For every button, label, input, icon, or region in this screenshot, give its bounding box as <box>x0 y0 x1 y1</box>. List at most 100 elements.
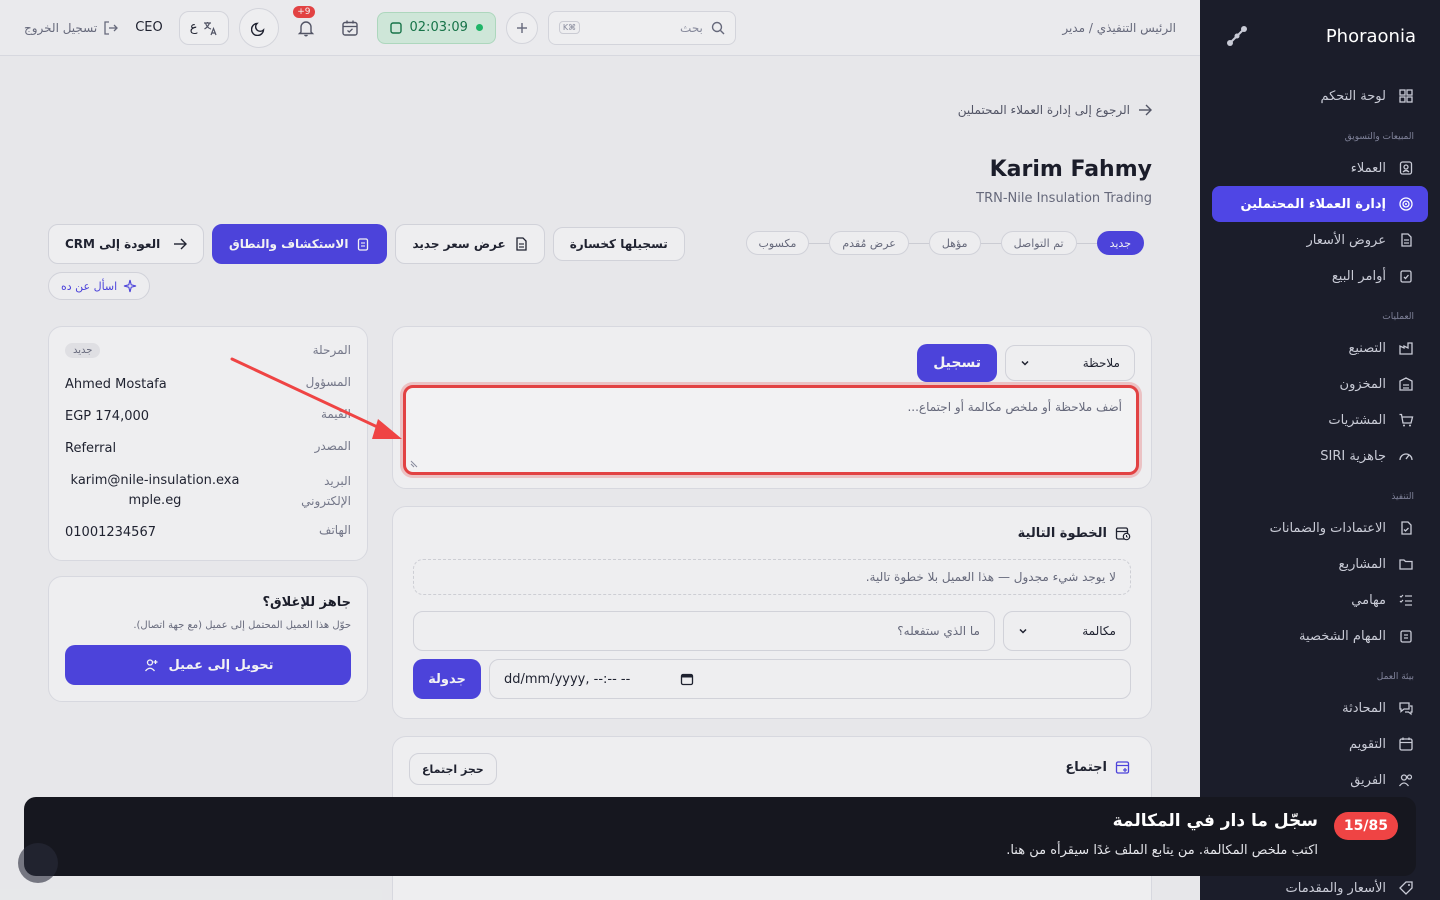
calendar-clock-icon <box>1115 527 1131 541</box>
sidebar-item-purchases[interactable]: المشتريات <box>1212 402 1428 438</box>
bell-icon <box>297 20 314 36</box>
sidebar-item-label: المحادثة <box>1342 700 1386 716</box>
sidebar-item-siri[interactable]: جاهزية SIRI <box>1212 438 1428 474</box>
record-note-button[interactable]: تسجيل <box>917 344 997 382</box>
ask-label: اسأل عن ده <box>61 279 118 293</box>
help-fab-button[interactable] <box>18 843 58 883</box>
mark-lost-button[interactable]: تسجيلها كخسارة <box>552 227 685 261</box>
sidebar-item-projects[interactable]: المشاريع <box>1212 546 1428 582</box>
cart-icon <box>1399 413 1414 427</box>
sidebar-item-leads[interactable]: إدارة العملاء المحتملين <box>1212 186 1428 222</box>
calendar-icon[interactable] <box>680 672 694 686</box>
sidebar-item-team[interactable]: الفريق <box>1212 762 1428 798</box>
back-to-crm-label: العودة إلى CRM <box>65 237 161 251</box>
tour-step-counter: 15/85 <box>1333 812 1398 840</box>
brand[interactable]: Phoraonia <box>1200 0 1440 72</box>
resize-handle-icon[interactable] <box>410 460 418 468</box>
book-meeting-button[interactable]: حجز اجتماع <box>409 753 497 785</box>
theme-toggle[interactable] <box>238 7 279 48</box>
note-type-select[interactable]: ملاحظة <box>1005 345 1135 381</box>
next-step-what-input[interactable]: ما الذي ستفعله؟ <box>413 611 995 651</box>
sidebar-item-sales-orders[interactable]: أوامر البيع <box>1212 258 1428 294</box>
sidebar-item-label: العملاء <box>1350 160 1386 176</box>
folder-icon <box>1399 559 1413 570</box>
sidebar-item-dashboard[interactable]: لوحة التحكم <box>1212 78 1428 114</box>
tour-pointer-arrow <box>230 357 402 439</box>
calendar-button[interactable] <box>333 11 367 45</box>
main-content: الرجوع إلى إدارة العملاء المحتملين Karim… <box>0 57 1200 900</box>
schedule-row: dd/mm/yyyy, --:-- -- جدولة <box>413 659 1131 699</box>
note-placeholder: أضف ملاحظة أو ملخص مكالمة أو اجتماع... <box>907 400 1122 414</box>
nav-section-work: بيئة العمل <box>1376 672 1414 682</box>
list-check-icon <box>1399 594 1412 606</box>
info-row-email: البريد الإلكتروني karim@nile-insulation.… <box>65 471 351 523</box>
sidebar-item-tasks[interactable]: مهامي <box>1212 582 1428 618</box>
convert-to-customer-button[interactable]: تحويل إلى عميل <box>65 645 351 685</box>
search-icon <box>711 21 725 34</box>
sidebar-item-chat[interactable]: المحادثة <box>1212 690 1428 726</box>
user-role[interactable]: CEO <box>129 20 169 35</box>
back-to-leads-link[interactable]: الرجوع إلى إدارة العملاء المحتملين <box>958 103 1152 117</box>
file-check-icon <box>1401 521 1412 535</box>
logout-button[interactable]: تسجيل الخروج <box>24 20 119 36</box>
stage-connector <box>908 242 929 244</box>
datetime-value: dd/mm/yyyy, --:-- -- <box>504 671 631 687</box>
sidebar-item-calendar[interactable]: التقويم <box>1212 726 1428 762</box>
clipboard-icon <box>1400 630 1412 643</box>
calendar-icon <box>1399 737 1413 751</box>
sidebar-item-personal-tasks[interactable]: المهام الشخصية <box>1212 618 1428 654</box>
stage-contacted[interactable]: تم التواصل <box>1000 231 1077 255</box>
contacts-icon <box>1399 161 1413 175</box>
stage-new[interactable]: جديد <box>1096 231 1144 255</box>
sidebar-item-manufacturing[interactable]: التصنيع <box>1212 330 1428 366</box>
sidebar-item-inventory[interactable]: المخزون <box>1212 366 1428 402</box>
plus-icon <box>516 22 527 33</box>
tag-icon <box>1399 881 1413 895</box>
new-quote-button[interactable]: عرض سعر جديد <box>395 224 545 264</box>
sidebar-item-label: الأسعار والمقدمات <box>1285 880 1387 896</box>
stop-square-icon <box>389 21 402 34</box>
tour-tooltip: 15/85 سجّل ما دار في المكالمة اكتب ملخص … <box>24 797 1416 876</box>
translate-icon <box>203 21 217 35</box>
warehouse-icon <box>1399 377 1413 391</box>
add-button[interactable] <box>505 11 538 44</box>
work-timer[interactable]: 02:03:09 <box>376 11 496 44</box>
phone-value[interactable]: 01001234567 <box>65 523 156 543</box>
document-icon <box>1401 233 1412 247</box>
back-to-crm-button[interactable]: العودة إلى CRM <box>48 224 204 264</box>
sidebar-item-customers[interactable]: العملاء <box>1212 150 1428 186</box>
sparkles-icon <box>124 279 137 293</box>
sidebar-item-label: المشتريات <box>1328 412 1386 428</box>
factory-icon <box>1399 342 1413 355</box>
arrow-right-icon <box>1139 104 1152 116</box>
next-step-card: الخطوة التالية لا يوجد شيء مجدول — هذا ا… <box>392 506 1152 719</box>
sidebar-item-approvals[interactable]: الاعتمادات والضمانات <box>1212 510 1428 546</box>
sidebar-item-quotes[interactable]: عروض الأسعار <box>1212 222 1428 258</box>
stage-qualified[interactable]: مؤهل <box>928 231 981 255</box>
ready-to-close-title: جاهز للإغلاق؟ <box>262 595 351 610</box>
language-switcher[interactable]: ع <box>178 10 229 45</box>
timer-value: 02:03:09 <box>409 20 468 35</box>
sidebar-item-label: أوامر البيع <box>1331 268 1386 284</box>
datetime-input[interactable]: dd/mm/yyyy, --:-- -- <box>489 659 1131 699</box>
next-step-type-select[interactable]: مكالمة <box>1003 611 1131 651</box>
calendar-plus-icon <box>1115 761 1130 774</box>
stage-won[interactable]: مكسوب <box>745 231 810 255</box>
note-textarea[interactable]: أضف ملاحظة أو ملخص مكالمة أو اجتماع... <box>403 385 1139 475</box>
sidebar-item-label: التقويم <box>1348 736 1386 752</box>
discovery-button[interactable]: الاستكشاف والنطاق <box>212 224 388 264</box>
search-placeholder: بحث <box>680 20 703 35</box>
ask-about-this-button[interactable]: اسأل عن ده <box>48 272 151 300</box>
sidebar-item-label: التصنيع <box>1348 340 1386 356</box>
email-value[interactable]: karim@nile-insulation.example.eg <box>65 471 245 511</box>
user-plus-icon <box>144 659 158 672</box>
schedule-button[interactable]: جدولة <box>413 659 481 699</box>
sidebar-item-label: مهامي <box>1351 592 1386 608</box>
search-input[interactable]: بحث K⌘ <box>547 10 736 45</box>
stage-proposal[interactable]: عرض مُقدم <box>829 231 909 255</box>
next-step-row: مكالمة ما الذي ستفعله؟ <box>413 611 1131 651</box>
notifications-button[interactable]: +9 <box>289 5 323 45</box>
sidebar-item-label: عروض الأسعار <box>1306 232 1387 248</box>
clipboard-check-icon <box>1400 270 1412 283</box>
page-subtitle: TRN-Nile Insulation Trading <box>976 191 1152 206</box>
